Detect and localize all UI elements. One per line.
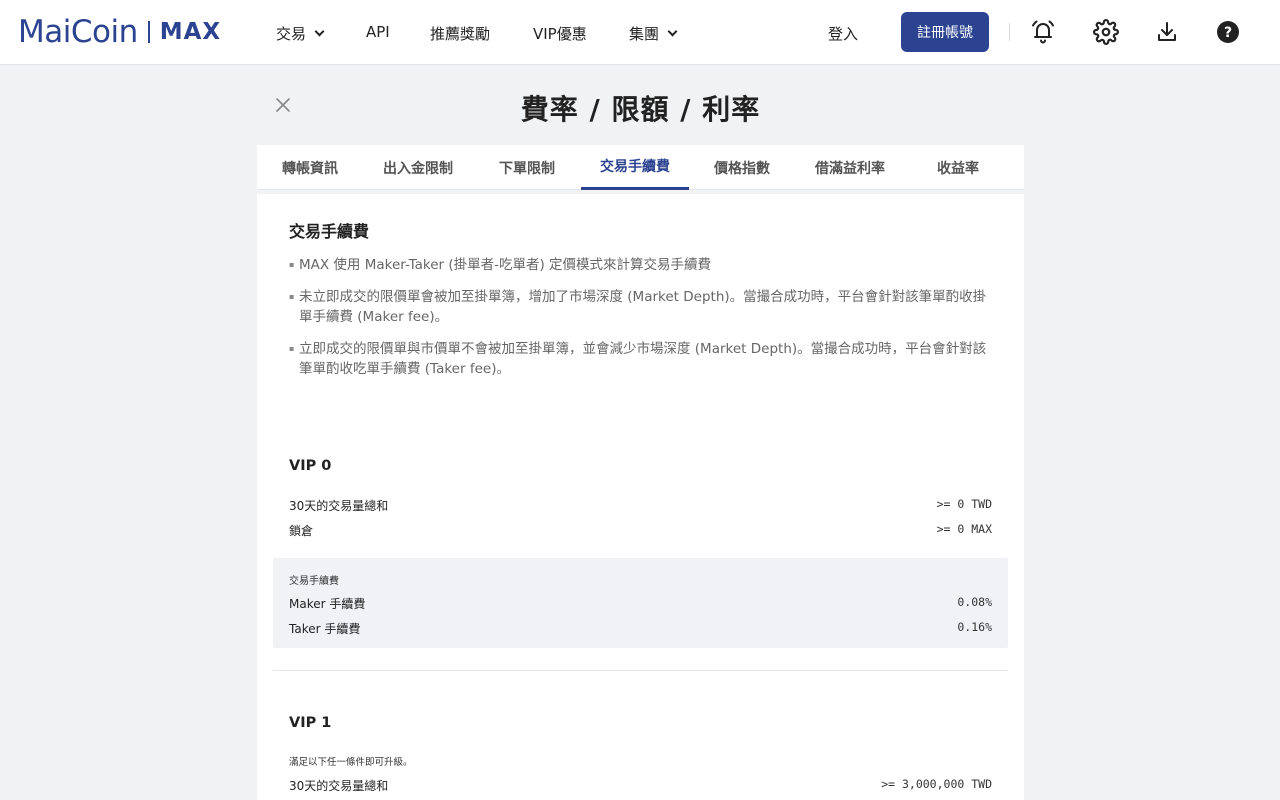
fee-bullet: MAX 使用 Maker-Taker (掛單者-吃單者) 定價模式來計算交易手續… (289, 255, 989, 275)
vip0-volume-row: 30天的交易量總和 >= 0 TWD (289, 497, 992, 514)
lock-value: >= 0 MAX (936, 522, 992, 536)
vip0-lock-row: 鎖倉 >= 0 MAX (289, 522, 992, 539)
logo-divider (147, 21, 150, 43)
vip1-volume-row: 30天的交易量總和 >= 3,000,000 TWD (289, 777, 992, 794)
volume-label: 30天的交易量總和 (289, 779, 389, 793)
brand-logo[interactable]: MaiCoin MAX (18, 14, 221, 50)
nav-group-label: 集團 (629, 25, 660, 43)
volume-value: >= 0 TWD (936, 497, 992, 511)
section-title: 交易手續費 (289, 222, 370, 241)
top-header: MaiCoin MAX 交易 API 推薦獎勵 VIP優惠 集團 登入 註冊帳號 (0, 0, 1280, 65)
volume-value: >= 3,000,000 TWD (881, 777, 992, 791)
maker-label: Maker 手續費 (289, 597, 366, 611)
fee-bullet: 未立即成交的限價單會被加至掛單簿，增加了市場深度 (Market Depth)。… (289, 287, 989, 327)
tab-trading-fees[interactable]: 交易手續費 (581, 145, 689, 190)
taker-fee-row: Taker 手續費 0.16% (289, 620, 992, 637)
divider (273, 670, 1008, 671)
maker-fee-row: Maker 手續費 0.08% (289, 595, 992, 612)
taker-label: Taker 手續費 (289, 622, 361, 636)
chevron-down-icon (667, 26, 678, 37)
signup-button[interactable]: 註冊帳號 (901, 12, 989, 52)
nav-vip[interactable]: VIP優惠 (533, 23, 587, 44)
gear-icon[interactable] (1091, 17, 1121, 47)
fee-section-label: 交易手續費 (289, 576, 339, 587)
nav-api[interactable]: API (366, 23, 390, 41)
tab-price-index[interactable]: 價格指數 (689, 145, 795, 190)
tab-deposit-withdraw-limits[interactable]: 出入金限制 (363, 145, 473, 190)
nav-trade-label: 交易 (276, 25, 307, 43)
download-icon[interactable] (1152, 17, 1182, 47)
fee-content-card: 交易手續費 MAX 使用 Maker-Taker (掛單者-吃單者) 定價模式來… (257, 190, 1024, 800)
nav-trade[interactable]: 交易 (276, 23, 325, 44)
logo-maicoin: MaiCoin (18, 14, 138, 50)
lock-label: 鎖倉 (289, 524, 314, 538)
tab-lending-rates[interactable]: 借滿益利率 (795, 145, 905, 190)
nav-referral[interactable]: 推薦獎勵 (430, 23, 490, 44)
fee-bullet: 立即成交的限價單與市價單不會被加至掛單簿，並會減少市場深度 (Market De… (289, 339, 989, 379)
bell-icon[interactable] (1028, 17, 1058, 47)
page-title: 費率 / 限額 / 利率 (520, 93, 761, 126)
vip1-title: VIP 1 (289, 715, 332, 731)
svg-text:?: ? (1224, 25, 1232, 41)
vip1-note: 滿足以下任一條件即可升級。 (289, 757, 413, 768)
logo-max: MAX (159, 19, 222, 45)
login-link[interactable]: 登入 (828, 23, 858, 44)
chevron-down-icon (314, 26, 325, 37)
tab-bar: 轉帳資訊 出入金限制 下單限制 交易手續費 價格指數 借滿益利率 收益率 (257, 145, 1024, 190)
maker-value: 0.08% (957, 595, 992, 609)
vip0-title: VIP 0 (289, 458, 332, 474)
nav-group[interactable]: 集團 (629, 23, 678, 44)
tab-yield-rates[interactable]: 收益率 (905, 145, 1011, 190)
volume-label: 30天的交易量總和 (289, 499, 389, 513)
vip0-fee-box: 交易手續費 Maker 手續費 0.08% Taker 手續費 0.16% (273, 558, 1008, 648)
help-icon[interactable]: ? (1213, 17, 1243, 47)
taker-value: 0.16% (957, 620, 992, 634)
tab-transfer-info[interactable]: 轉帳資訊 (257, 145, 363, 190)
header-divider (1009, 23, 1010, 41)
tab-order-limits[interactable]: 下單限制 (473, 145, 581, 190)
